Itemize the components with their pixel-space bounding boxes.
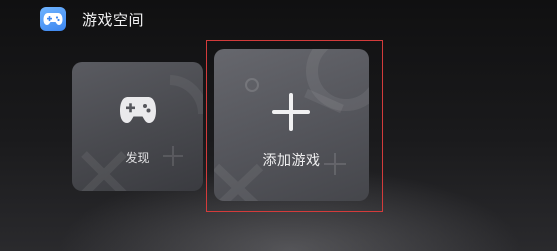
app-header: 游戏空间 — [40, 7, 144, 31]
add-game-card[interactable]: 添加游戏 — [214, 49, 369, 201]
discover-label: 发现 — [125, 151, 150, 165]
plus-icon — [272, 93, 310, 131]
card-decoration — [81, 75, 203, 191]
game-space-logo-icon — [40, 7, 66, 31]
discover-card[interactable]: 发现 — [72, 62, 203, 191]
gamepad-icon — [120, 97, 156, 123]
page-title: 游戏空间 — [82, 10, 145, 29]
add-game-label: 添加游戏 — [262, 153, 321, 169]
